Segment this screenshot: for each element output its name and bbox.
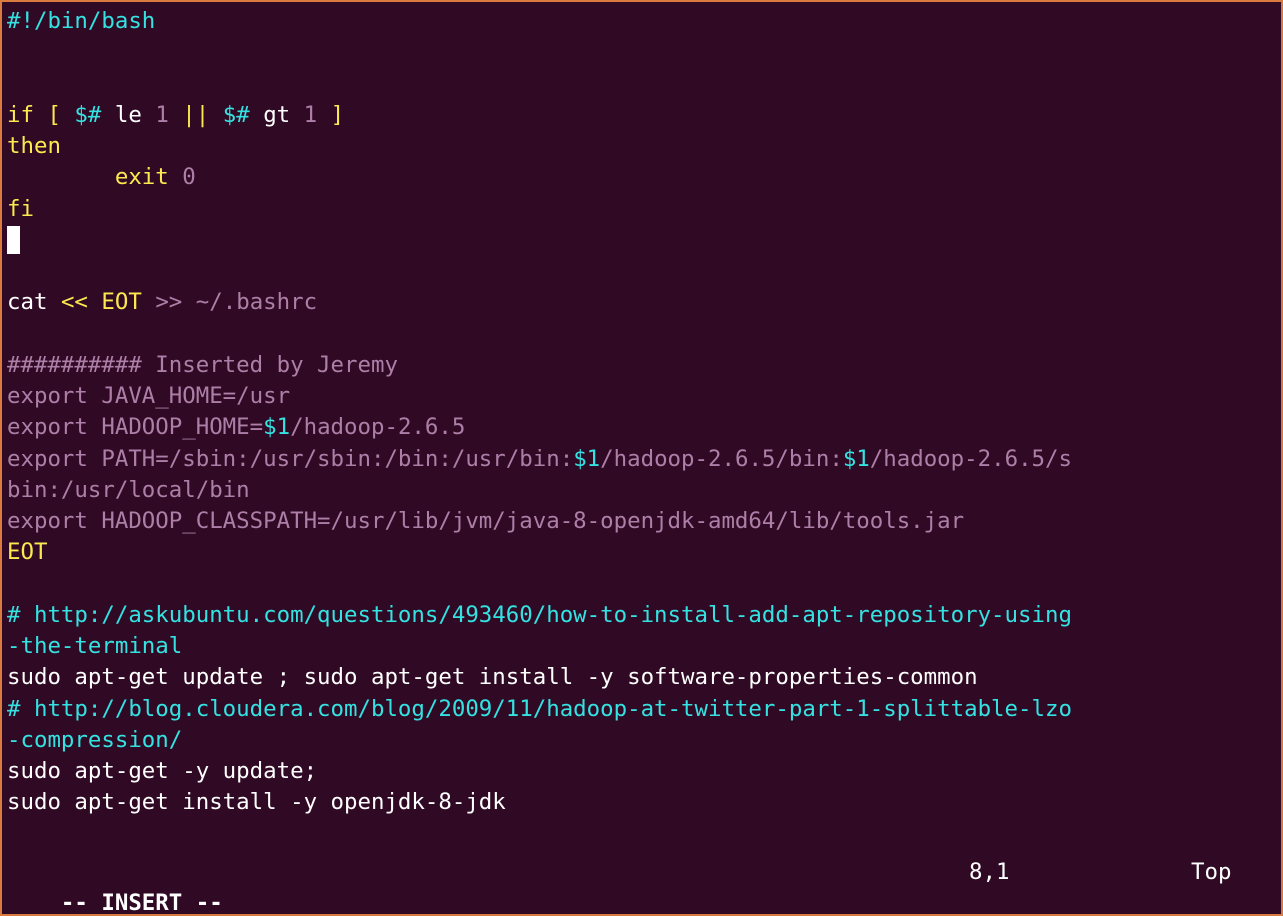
cat-command: cat <box>7 289 48 316</box>
code-line-6: exit 0 <box>7 162 1281 193</box>
redirect-target: >> ~/.bashrc <box>155 289 318 316</box>
if-keyword: if <box>7 101 34 128</box>
code-line-8 <box>7 225 1281 256</box>
le-operator: le <box>114 101 142 128</box>
heredoc-text: export HADOOP_CLASSPATH=/usr/lib/jvm/jav… <box>7 508 965 534</box>
vim-terminal-window[interactable]: #!/bin/bash if [ $# le 1 || $# gt 1 ] th… <box>2 2 1281 914</box>
url-comment: -the-terminal <box>7 633 183 659</box>
code-line-19-wrap: -the-terminal <box>7 631 1281 662</box>
code-line-19: # http://askubuntu.com/questions/493460/… <box>7 600 1281 631</box>
positional-variable: $1 <box>842 445 870 472</box>
heredoc-text: /hadoop-2.6.5 <box>290 414 466 441</box>
code-line-10: cat << EOT >> ~/.bashrc <box>7 287 1281 318</box>
heredoc-text: export JAVA_HOME=/usr <box>7 383 291 409</box>
shell-command: sudo apt-get -y update; <box>7 758 318 784</box>
heredoc-comment: ########## Inserted by Jeremy <box>7 351 398 378</box>
url-comment: -compression/ <box>7 726 183 753</box>
url-comment: # http://askubuntu.com/questions/493460/… <box>7 601 1072 628</box>
cursor-position: 8,1 <box>969 859 1010 885</box>
code-line-17: EOT <box>7 537 1281 568</box>
url-comment: # http://blog.cloudera.com/blog/2009/11/… <box>7 695 1072 722</box>
shebang: #!/bin/bash <box>7 8 156 34</box>
code-line-15-wrap: bin:/usr/local/bin <box>7 475 1281 506</box>
code-line-15: export PATH=/sbin:/usr/sbin:/bin:/usr/bi… <box>7 444 1281 475</box>
heredoc-text: /hadoop-2.6.5/s <box>869 445 1072 472</box>
code-line-16: export HADOOP_CLASSPATH=/usr/lib/jvm/jav… <box>7 506 1281 537</box>
argc-variable: $# <box>74 101 102 128</box>
exit-keyword: exit <box>114 164 169 191</box>
code-line-23: sudo apt-get install -y openjdk-8-jdk <box>7 787 1281 818</box>
argc-variable: $# <box>222 101 250 128</box>
left-bracket: [ <box>47 101 61 128</box>
code-line-4: if [ $# le 1 || $# gt 1 ] <box>7 100 1281 131</box>
heredoc-operator: << <box>60 289 88 316</box>
code-line-1: #!/bin/bash <box>7 6 1281 37</box>
code-line-14: export HADOOP_HOME=$1/hadoop-2.6.5 <box>7 412 1281 443</box>
editor-buffer[interactable]: #!/bin/bash if [ $# le 1 || $# gt 1 ] th… <box>7 6 1281 819</box>
gt-operator: gt <box>263 101 291 128</box>
right-bracket: ] <box>330 101 345 128</box>
number-literal: 1 <box>155 101 169 128</box>
code-line-7: fi <box>7 194 1281 225</box>
heredoc-text: export HADOOP_HOME= <box>7 414 264 441</box>
code-line-21: # http://blog.cloudera.com/blog/2009/11/… <box>7 694 1281 725</box>
scroll-position: Top <box>1191 859 1232 885</box>
code-line-22: sudo apt-get -y update; <box>7 756 1281 787</box>
code-line-12: ########## Inserted by Jeremy <box>7 350 1281 381</box>
heredoc-text: /hadoop-2.6.5/bin: <box>600 445 843 472</box>
heredoc-text: export PATH=/sbin:/usr/sbin:/bin:/usr/bi… <box>7 445 574 472</box>
number-literal: 1 <box>303 101 318 128</box>
heredoc-delimiter: EOT <box>101 289 142 316</box>
number-literal: 0 <box>182 164 196 191</box>
code-line-13: export JAVA_HOME=/usr <box>7 381 1281 412</box>
positional-variable: $1 <box>263 414 291 441</box>
code-line-5: then <box>7 131 1281 162</box>
mode-indicator: -- INSERT -- <box>60 890 223 914</box>
code-line-21-wrap: -compression/ <box>7 725 1281 756</box>
heredoc-delimiter: EOT <box>7 539 48 566</box>
text-cursor <box>7 226 20 255</box>
heredoc-text: bin:/usr/local/bin <box>7 476 250 503</box>
shell-command: sudo apt-get update ; sudo apt-get insta… <box>7 664 978 691</box>
then-keyword: then <box>7 133 61 159</box>
positional-variable: $1 <box>573 445 601 472</box>
shell-command: sudo apt-get install -y openjdk-8-jdk <box>7 789 506 816</box>
code-line-20: sudo apt-get update ; sudo apt-get insta… <box>7 662 1281 693</box>
fi-keyword: fi <box>7 195 34 222</box>
or-operator: || <box>182 101 210 128</box>
vim-status-line: -- INSERT -- 8,1 Top <box>7 857 1281 914</box>
